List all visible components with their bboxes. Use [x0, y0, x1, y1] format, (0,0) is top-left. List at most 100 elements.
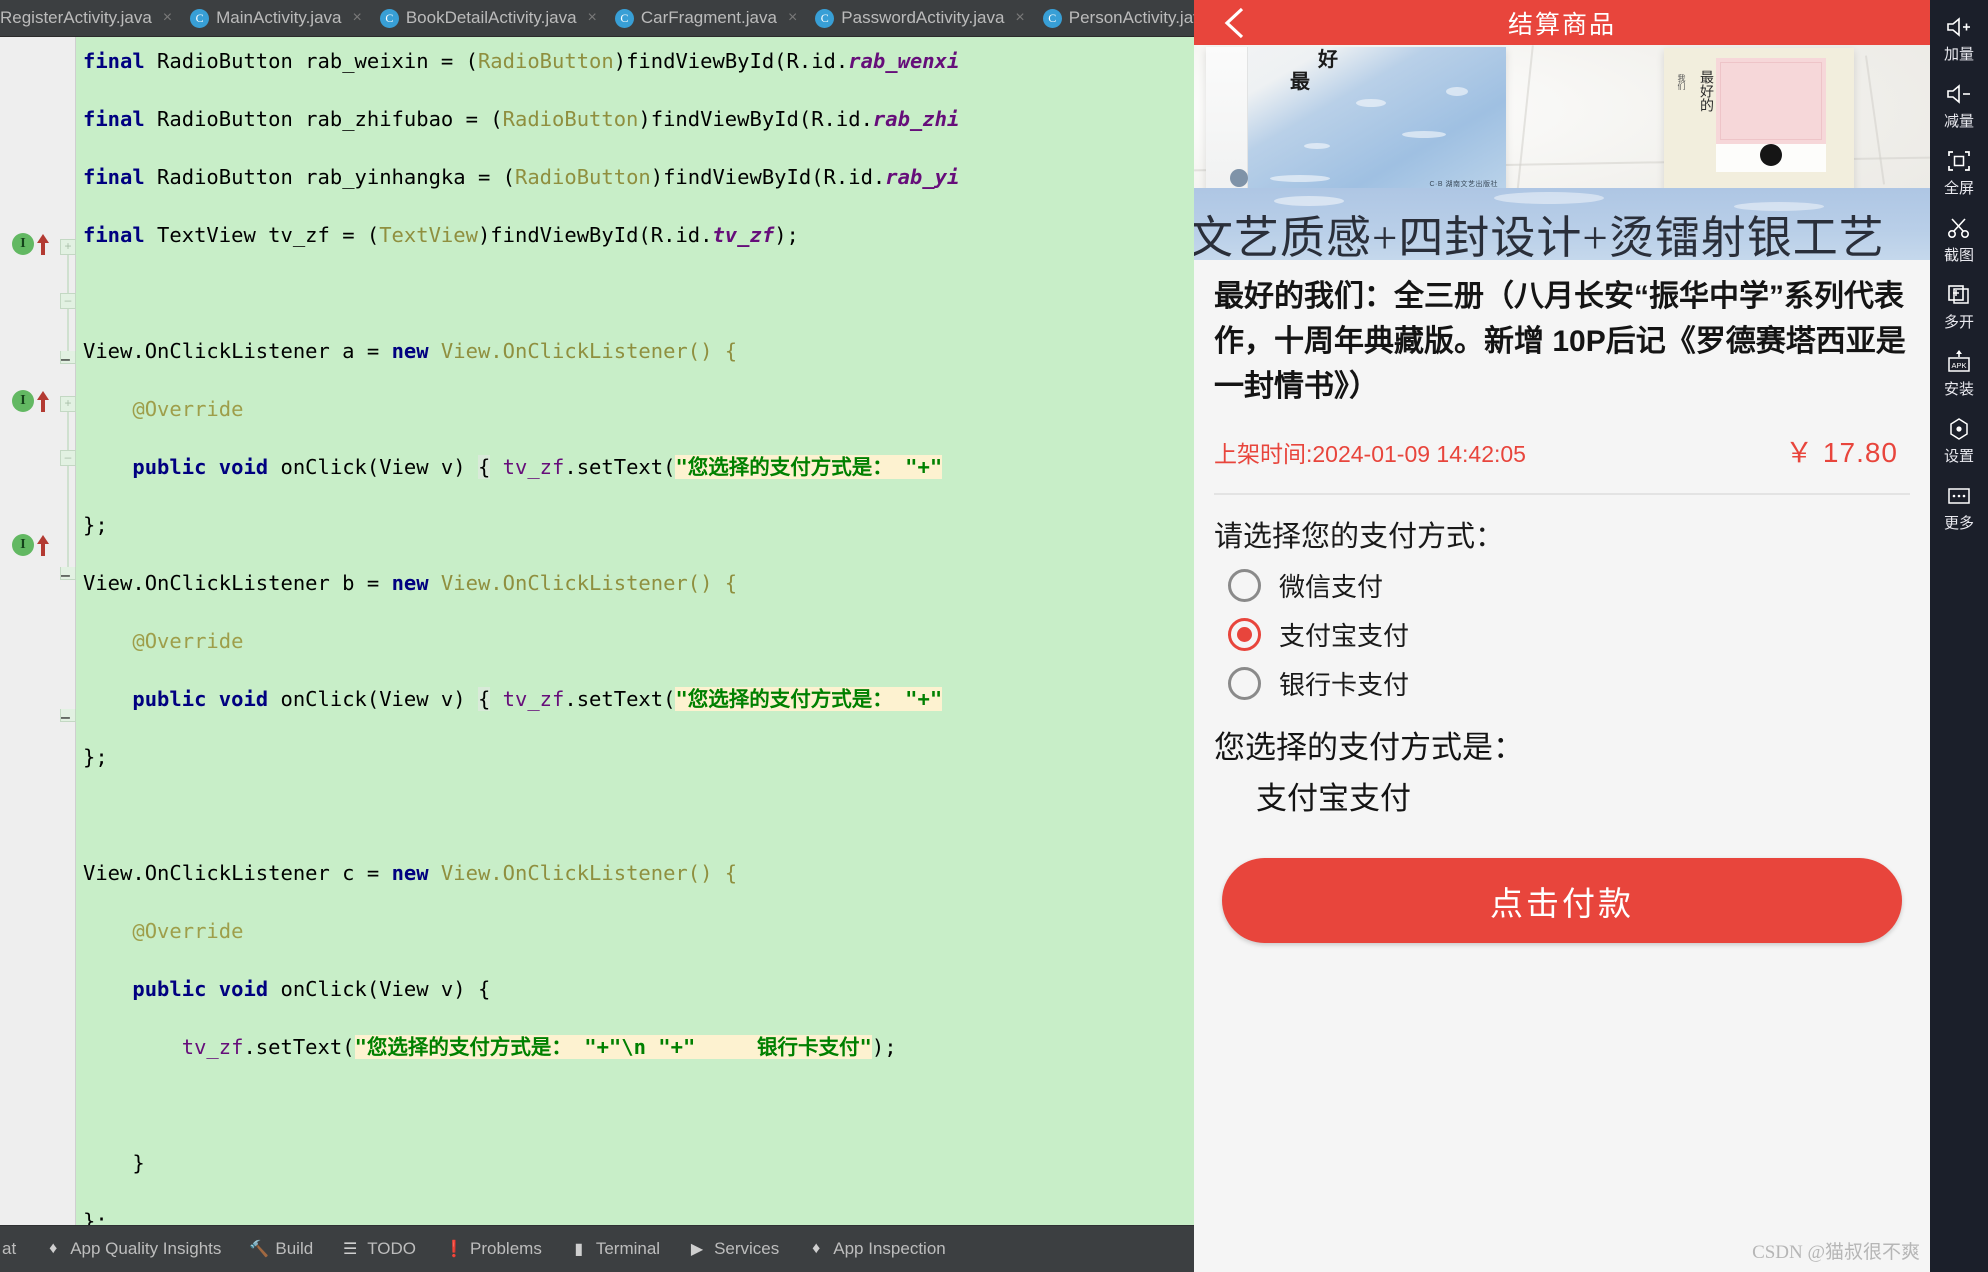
editor-tab-register[interactable]: RegisterActivity.java ×: [0, 0, 180, 36]
editor-tab-label: BookDetailActivity.java: [405, 8, 577, 27]
code-token: .setText(: [564, 687, 676, 711]
code-token: };: [83, 1209, 108, 1225]
fold-line: [67, 255, 69, 293]
code-token: onClick(View v): [268, 977, 478, 1001]
java-class-icon: C: [815, 8, 835, 28]
code-token: };: [83, 745, 108, 769]
emulator-settings-button[interactable]: 设置: [1930, 408, 1988, 475]
emulator-toolbar-label: 设置: [1943, 448, 1974, 465]
code-token: {: [477, 687, 491, 711]
close-icon[interactable]: ×: [1015, 9, 1024, 27]
status-item-problems[interactable]: ❗ Problems: [430, 1239, 556, 1259]
editor-gutter[interactable]: I I I + – – + – – –: [0, 37, 76, 1225]
editor-tab-label: RegisterActivity.java: [0, 8, 152, 27]
product-banner-image[interactable]: 好 最 C·B 湖南文艺出版社 最好的 我们 湖南文艺出版社: [1194, 45, 1930, 260]
selected-payment-label: 您选择的支付方式是：: [1214, 730, 1524, 765]
fold-collapse-icon[interactable]: –: [60, 450, 76, 466]
emulator-toolbar-label: 安装: [1943, 381, 1974, 398]
close-icon[interactable]: ×: [788, 9, 797, 27]
close-icon[interactable]: ×: [163, 9, 172, 27]
editor-tab-person[interactable]: C PersonActivity.java ×: [1033, 0, 1194, 36]
emulator-multi-instance-button[interactable]: 多开: [1930, 274, 1988, 341]
code-token: )findViewById(R.id.: [613, 49, 849, 73]
code-token: tv_zf: [502, 455, 565, 479]
emulator-side-toolbar[interactable]: 加量 减量 全屏 截图 多开 APK 安装 设置 更多: [1930, 0, 1988, 1272]
java-class-icon: C: [379, 8, 399, 28]
up-arrow-stem: [41, 543, 45, 556]
status-item-todo[interactable]: ☰ TODO: [327, 1239, 430, 1259]
status-item-services[interactable]: ▶ Services: [674, 1239, 793, 1259]
close-icon[interactable]: ×: [588, 9, 597, 27]
code-token: new: [391, 339, 429, 363]
fold-line: [67, 466, 69, 567]
gutter-implementation-marker[interactable]: I: [12, 534, 68, 558]
fold-end-icon[interactable]: –: [60, 709, 76, 726]
code-token: RadioButton: [502, 107, 639, 131]
back-chevron-icon[interactable]: [1216, 0, 1252, 45]
code-token: @Override: [132, 397, 244, 421]
emulator-more-button[interactable]: 更多: [1930, 475, 1988, 542]
java-class-icon: C: [1042, 8, 1062, 28]
radio-option-alipay[interactable]: 支付宝支付: [1214, 616, 1910, 653]
product-listing-date: 上架时间:2024-01-09 14:42:05: [1214, 441, 1526, 467]
status-item-terminal[interactable]: ▮ Terminal: [556, 1239, 674, 1259]
status-item-app-inspection[interactable]: ♦ App Inspection: [793, 1239, 959, 1259]
radio-button-selected-icon[interactable]: [1228, 618, 1261, 651]
gear-icon: [1946, 416, 1972, 442]
selected-payment-value: 支付宝支付: [1256, 781, 1411, 816]
pay-button[interactable]: 点击付款: [1222, 858, 1902, 943]
editor-tab-label: MainActivity.java: [216, 8, 342, 27]
payment-prompt-label: 请选择您的支付方式：: [1214, 521, 1505, 553]
fold-end-icon[interactable]: –: [60, 567, 76, 584]
fold-collapse-icon[interactable]: –: [60, 293, 76, 309]
status-item-app-quality-insights[interactable]: ♦ App Quality Insights: [30, 1239, 235, 1259]
java-class-icon: C: [614, 8, 634, 28]
radio-option-label: 支付宝支付: [1279, 621, 1410, 651]
status-item-label: Services: [714, 1239, 780, 1258]
code-token: tv_zf: [502, 687, 565, 711]
scissors-icon: [1947, 215, 1971, 241]
emulator-toolbar-label: 加量: [1943, 46, 1974, 63]
editor-tab-password[interactable]: C PasswordActivity.java ×: [805, 0, 1032, 36]
emulator-toolbar-label: 减量: [1943, 113, 1974, 130]
radio-button-unselected-icon[interactable]: [1228, 667, 1261, 700]
book-cover-front: 好 最 C·B 湖南文艺出版社: [1206, 47, 1506, 197]
radio-option-bankcard[interactable]: 银行卡支付: [1214, 665, 1910, 702]
banner-caption-strip: 文艺质感+四封设计+烫镭射银工艺: [1194, 188, 1930, 260]
fullscreen-icon: [1947, 148, 1971, 174]
emulator-fullscreen-button[interactable]: 全屏: [1930, 140, 1988, 207]
fold-expand-icon[interactable]: +: [60, 239, 76, 255]
radio-button-unselected-icon[interactable]: [1228, 569, 1261, 602]
status-item-label: Problems: [470, 1239, 542, 1258]
code-token: onClick(View v): [268, 455, 478, 479]
banner-char-zui: 最: [1290, 71, 1310, 93]
status-item-chat[interactable]: at: [0, 1239, 30, 1259]
code-token: final: [83, 165, 145, 189]
editor-tab-carfragment[interactable]: C CarFragment.java ×: [605, 0, 805, 36]
code-token: View.OnClickListener() {: [428, 339, 738, 363]
editor-tab-bookdetail[interactable]: C BookDetailActivity.java ×: [370, 0, 605, 36]
terminal-icon: ▮: [574, 1241, 584, 1258]
code-token: "您选择的支付方式是： "+": [675, 687, 943, 711]
emulator-screenshot-button[interactable]: 截图: [1930, 207, 1988, 274]
emulator-install-apk-button[interactable]: APK 安装: [1930, 341, 1988, 408]
code-text[interactable]: final RadioButton rab_weixin = (RadioBut…: [77, 37, 1194, 1225]
code-token: tv_zf: [181, 1035, 244, 1059]
emulator-volume-down-button[interactable]: 减量: [1930, 73, 1988, 140]
code-token: View.OnClickListener() {: [428, 861, 738, 885]
code-token: View.OnClickListener() {: [428, 571, 738, 595]
android-emulator-screen[interactable]: 结算商品 好 最 C·B 湖南文艺出版社 最好的 我们 文艺质感+四封设计+烫镭…: [1194, 0, 1930, 1272]
code-token: rab_zhi: [872, 107, 960, 131]
close-icon[interactable]: ×: [352, 9, 361, 27]
ide-status-bar[interactable]: at ♦ App Quality Insights 🔨 Build ☰ TODO…: [0, 1225, 1194, 1272]
status-item-build[interactable]: 🔨 Build: [235, 1239, 327, 1259]
code-editor[interactable]: I I I + – – + – – – final RadioButton ra…: [0, 37, 1194, 1225]
code-token: )findViewById(R.id.: [638, 107, 873, 131]
emulator-volume-up-button[interactable]: 加量: [1930, 6, 1988, 73]
emulator-toolbar-label: 全屏: [1943, 180, 1974, 197]
fold-expand-icon[interactable]: +: [60, 396, 76, 412]
fold-end-icon[interactable]: –: [60, 351, 76, 368]
radio-option-wechat[interactable]: 微信支付: [1214, 567, 1910, 604]
editor-tab-main[interactable]: C MainActivity.java ×: [180, 0, 370, 36]
editor-tab-bar[interactable]: RegisterActivity.java × C MainActivity.j…: [0, 0, 1194, 37]
